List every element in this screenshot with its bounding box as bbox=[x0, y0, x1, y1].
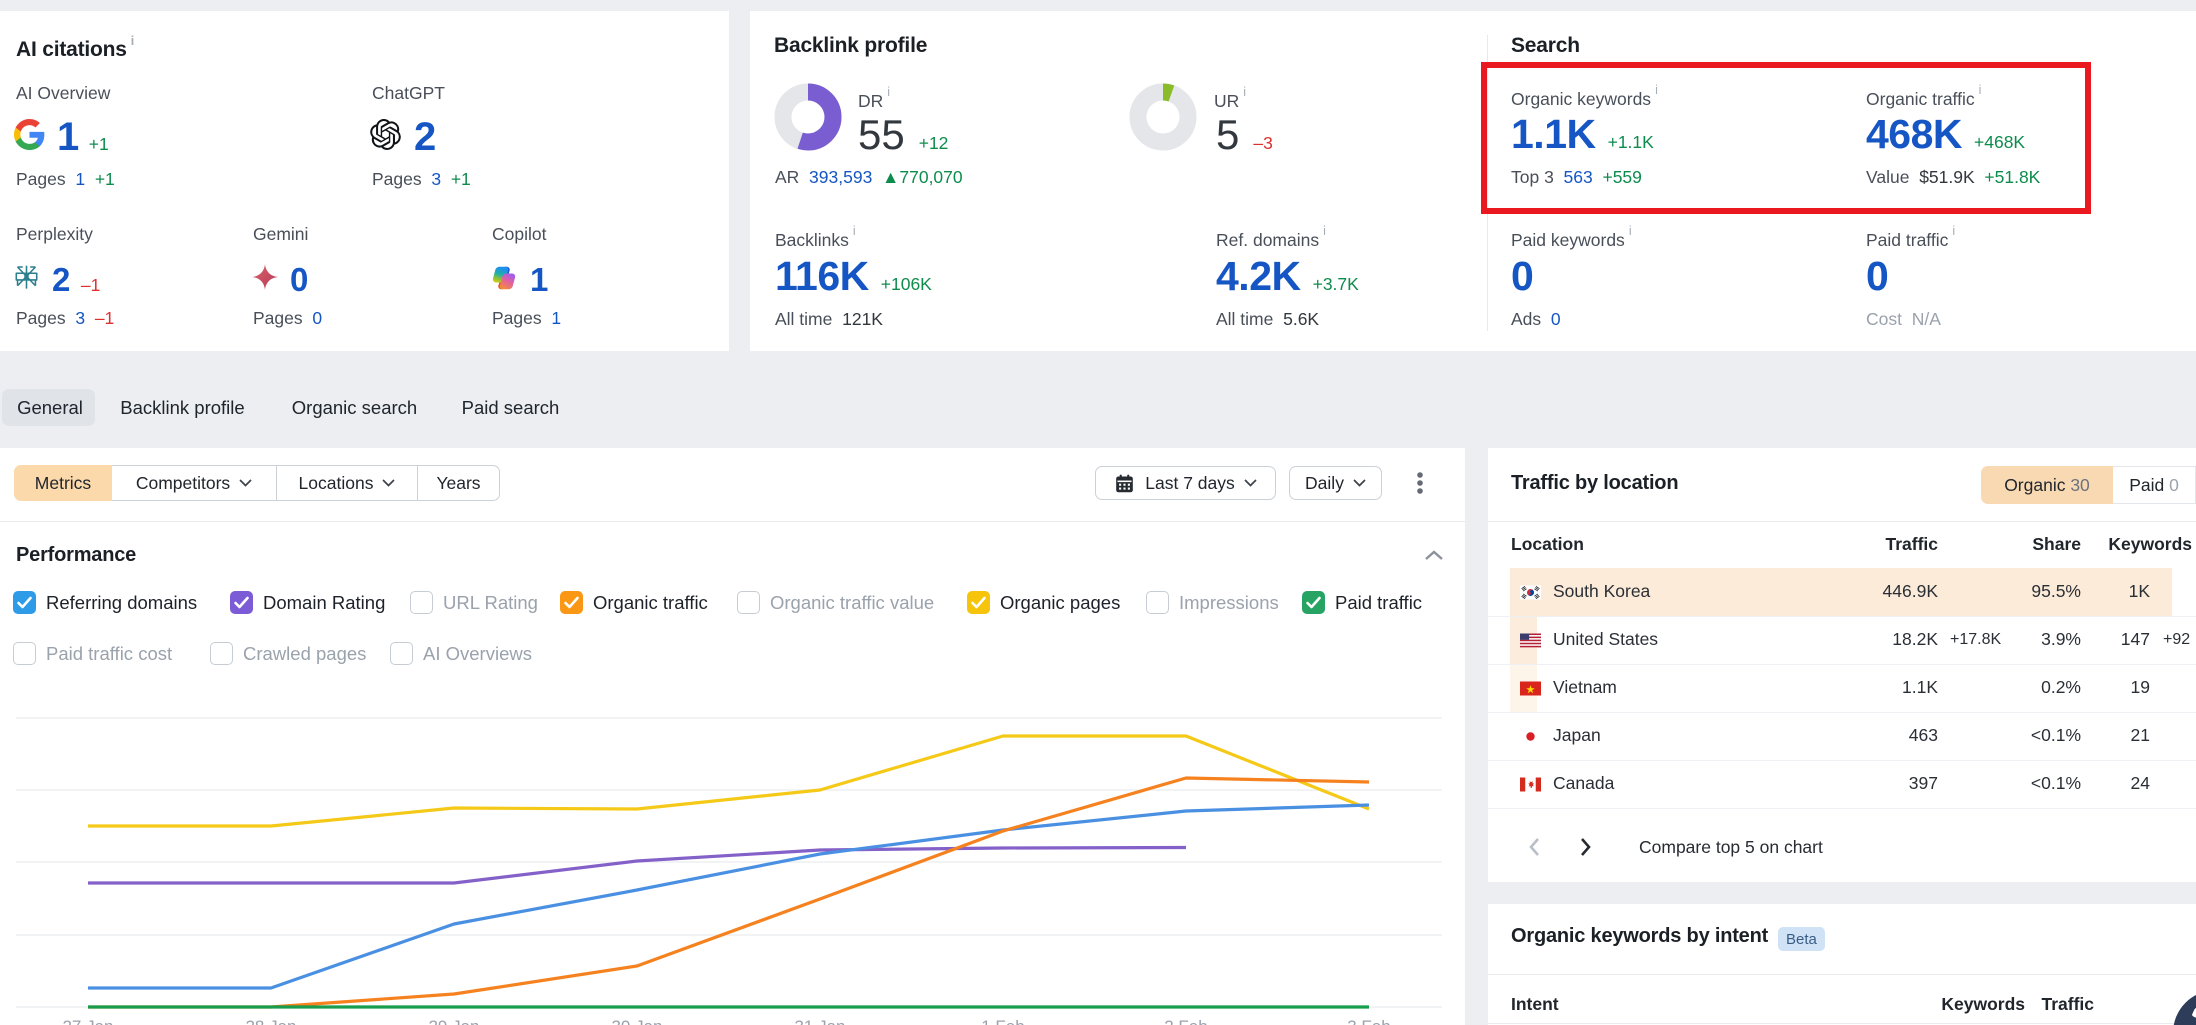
svg-text:29 Jan: 29 Jan bbox=[428, 1017, 479, 1025]
svg-text:27 Jan: 27 Jan bbox=[62, 1017, 113, 1025]
svg-text:1 Feb: 1 Feb bbox=[981, 1017, 1024, 1025]
svg-text:3 Feb: 3 Feb bbox=[1347, 1017, 1390, 1025]
svg-text:28 Jan: 28 Jan bbox=[245, 1017, 296, 1025]
svg-text:31 Jan: 31 Jan bbox=[794, 1017, 845, 1025]
svg-text:30 Jan: 30 Jan bbox=[611, 1017, 662, 1025]
svg-text:2 Feb: 2 Feb bbox=[1164, 1017, 1207, 1025]
